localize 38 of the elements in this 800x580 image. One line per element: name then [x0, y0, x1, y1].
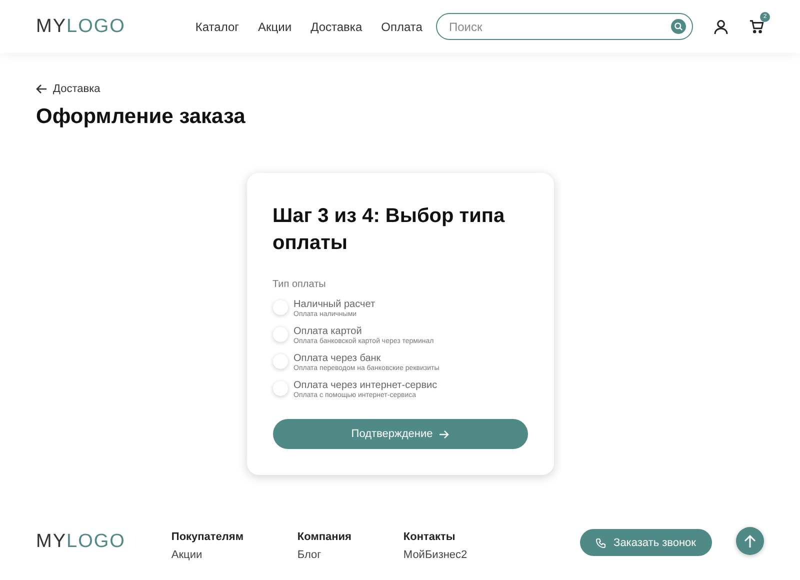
search-field[interactable]: Поиск — [447, 18, 671, 34]
page-title: Оформление заказа — [36, 105, 246, 129]
logo-text: LOGO — [66, 531, 126, 553]
search-bar[interactable]: Поиск — [436, 13, 693, 40]
footer-link[interactable]: Блог — [297, 549, 404, 561]
arrow-right-icon — [438, 430, 449, 438]
back-link[interactable]: Доставка — [36, 83, 100, 95]
group-label: Тип оплаты — [272, 279, 327, 290]
option-label[interactable]: Оплата через банк — [294, 353, 440, 364]
footer-heading: Покупателям — [171, 531, 244, 543]
nav-link[interactable]: Каталог — [195, 20, 240, 34]
phone-icon — [596, 538, 606, 548]
footer-heading: Компания — [297, 531, 352, 543]
footer-link[interactable]: МойБизнес2 — [403, 549, 494, 561]
logo-text: MY — [36, 531, 66, 553]
radio-button[interactable] — [272, 354, 288, 369]
option-label[interactable]: Оплата картой — [294, 326, 434, 337]
user-icon[interactable] — [713, 18, 729, 34]
nav-link[interactable]: Доставка — [310, 20, 362, 34]
logo-text: LOGO — [66, 16, 126, 38]
nav-link[interactable]: Оплата — [381, 20, 422, 34]
callback-button[interactable]: Заказать звонок — [580, 529, 712, 556]
radio-button[interactable] — [272, 381, 288, 396]
logo-text: MY — [36, 16, 66, 38]
footer-heading: Контакты — [403, 531, 456, 543]
arrow-left-icon — [36, 84, 47, 94]
option-label[interactable]: Оплата через интернет-сервис — [294, 380, 438, 391]
search-icon[interactable] — [671, 19, 686, 34]
step-heading: Шаг 3 из 4: Выбор типа оплаты — [272, 204, 506, 256]
footer-link[interactable]: Акции — [171, 549, 298, 561]
option-label[interactable]: Наличный расчет — [294, 299, 376, 310]
arrow-up-icon — [744, 534, 756, 548]
radio-button[interactable] — [272, 300, 288, 315]
cart-icon[interactable] — [749, 19, 764, 34]
radio-button[interactable] — [272, 327, 288, 342]
confirm-button[interactable]: Подтверждение — [272, 419, 528, 449]
nav-link[interactable]: Акции — [258, 20, 292, 34]
scroll-up-button[interactable] — [736, 527, 764, 555]
